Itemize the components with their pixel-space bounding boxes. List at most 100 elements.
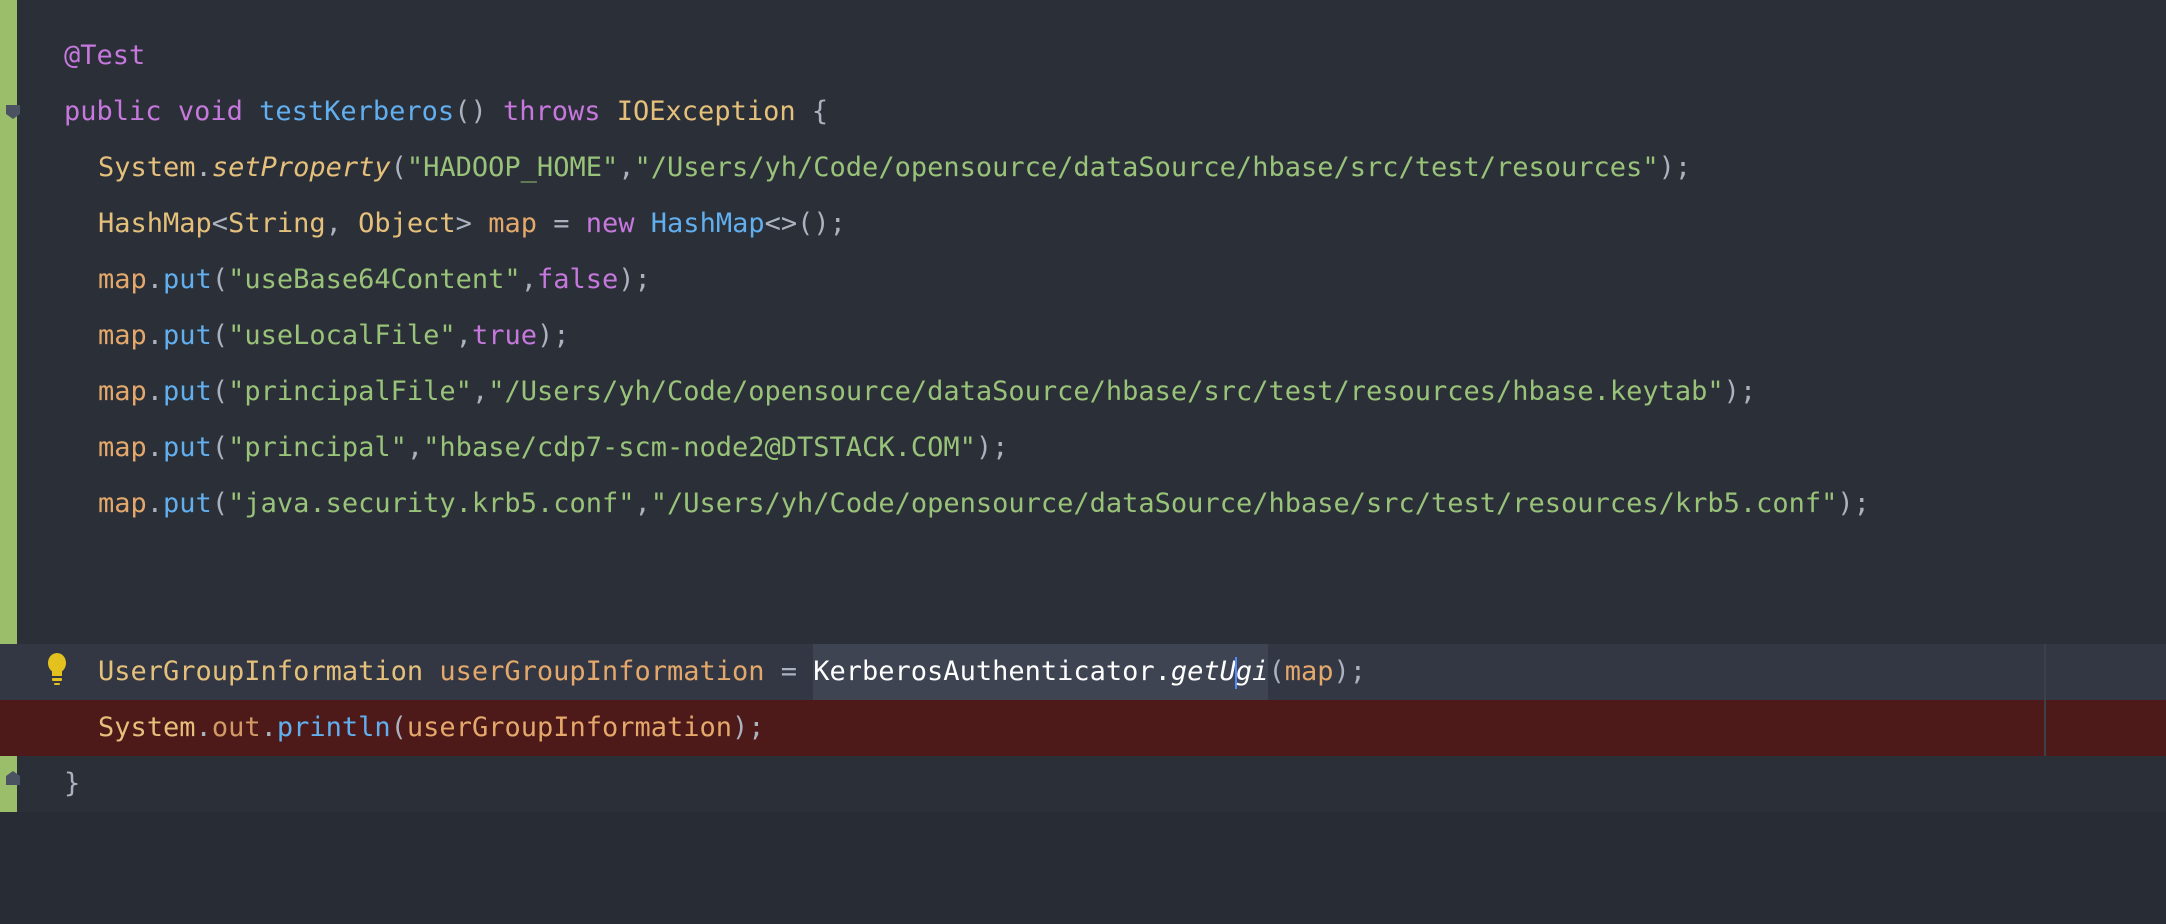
token: ); — [1723, 376, 1757, 407]
token: > — [455, 208, 489, 239]
field: out — [211, 712, 261, 743]
token: ); — [1658, 152, 1692, 183]
static-method: getU — [1170, 656, 1236, 687]
class-name: Object — [358, 208, 456, 239]
token: . — [260, 712, 277, 743]
code-line[interactable]: map.put("useLocalFile",true); — [0, 308, 2166, 364]
fold-marker-icon[interactable] — [4, 104, 22, 120]
token: ( — [211, 264, 229, 295]
code-line[interactable]: map.put("principalFile","/Users/yh/Code/… — [0, 364, 2166, 420]
token: ( — [390, 152, 407, 183]
token: . — [146, 320, 164, 351]
constructor: HashMap — [650, 208, 765, 239]
variable: userGroupInformation — [439, 656, 765, 687]
variable: map — [98, 488, 147, 519]
token: , — [520, 264, 537, 295]
token: ( — [1268, 656, 1285, 687]
keyword: void — [177, 96, 243, 127]
method-name: put — [163, 320, 212, 351]
token: = — [764, 656, 814, 687]
code-line[interactable]: map.put("java.security.krb5.conf","/User… — [0, 476, 2166, 532]
variable: map — [98, 264, 147, 295]
code-line[interactable]: @Test — [0, 28, 2166, 84]
string: "/Users/yh/Code/opensource/dataSource/hb… — [650, 488, 1838, 519]
static-method: setProperty — [211, 152, 391, 183]
token: , — [325, 208, 359, 239]
token: ( — [211, 320, 229, 351]
string: "principal" — [228, 432, 407, 463]
variable: userGroupInformation — [406, 712, 733, 743]
token: ); — [536, 320, 570, 351]
right-margin-guide — [2044, 644, 2046, 756]
variable: map — [98, 376, 147, 407]
token: () — [454, 96, 503, 127]
string: "/Users/yh/Code/opensource/dataSource/hb… — [634, 152, 1659, 183]
variable: map — [98, 320, 147, 351]
keyword: public — [64, 96, 162, 127]
code-line[interactable]: HashMap<String, Object> map = new HashMa… — [0, 196, 2166, 252]
token: , — [634, 488, 651, 519]
token: ( — [211, 488, 229, 519]
method-name: println — [276, 712, 391, 743]
token: , — [471, 376, 489, 407]
token: . — [195, 712, 212, 743]
token: ); — [618, 264, 651, 295]
token: ); — [975, 432, 1009, 463]
code-line-blank[interactable] — [0, 532, 2166, 588]
code-line[interactable]: System.setProperty("HADOOP_HOME","/Users… — [0, 140, 2166, 196]
lightbulb-icon[interactable] — [46, 652, 68, 686]
variable: map — [488, 208, 537, 239]
code-line-error[interactable]: System.out.println(userGroupInformation)… — [0, 700, 2166, 756]
token: { — [795, 96, 829, 127]
string: "/Users/yh/Code/opensource/dataSource/hb… — [488, 376, 1724, 407]
variable: map — [98, 432, 147, 463]
token: . — [195, 152, 212, 183]
token: , — [406, 432, 424, 463]
closing-brace: } — [64, 768, 81, 799]
fold-marker-icon[interactable] — [4, 770, 22, 786]
token: <>(); — [764, 208, 846, 239]
keyword: throws — [502, 96, 601, 127]
code-line[interactable]: public void testKerberos() throws IOExce… — [0, 84, 2166, 140]
method-name: put — [163, 264, 212, 295]
variable: map — [1284, 656, 1334, 687]
static-method: gi — [1235, 656, 1269, 687]
code-line[interactable]: } — [0, 756, 2166, 812]
class-name: IOException — [616, 96, 796, 127]
token: = — [536, 208, 586, 239]
string: "hbase/cdp7-scm-node2@DTSTACK.COM" — [423, 432, 976, 463]
string: "useLocalFile" — [228, 320, 456, 351]
token: < — [211, 208, 229, 239]
code-editor[interactable]: @Test public void testKerberos() throws … — [0, 0, 2166, 812]
selected-text[interactable]: KerberosAuthenticator.getUgi — [813, 644, 1269, 700]
token: ); — [1333, 656, 1366, 687]
string: "HADOOP_HOME" — [406, 152, 619, 183]
token: , — [618, 152, 635, 183]
keyword: false — [536, 264, 619, 295]
class-name: System — [98, 152, 196, 183]
token: . — [146, 432, 164, 463]
token: . — [146, 376, 164, 407]
token: ( — [211, 376, 229, 407]
keyword: true — [471, 320, 537, 351]
string: "java.security.krb5.conf" — [228, 488, 635, 519]
method-name: put — [163, 376, 212, 407]
code-line-blank[interactable] — [0, 588, 2166, 644]
method-name: put — [163, 432, 212, 463]
string: "principalFile" — [228, 376, 472, 407]
code-line[interactable]: map.put("principal","hbase/cdp7-scm-node… — [0, 420, 2166, 476]
annotation: @Test — [64, 40, 146, 71]
token: . — [146, 488, 164, 519]
token: . — [146, 264, 164, 295]
token: , — [455, 320, 472, 351]
code-line[interactable]: map.put("useBase64Content",false); — [0, 252, 2166, 308]
code-line-current[interactable]: UserGroupInformation userGroupInformatio… — [0, 644, 2166, 700]
token: ( — [211, 432, 229, 463]
method-name: testKerberos — [259, 96, 455, 127]
string: "useBase64Content" — [228, 264, 521, 295]
token: ( — [390, 712, 407, 743]
